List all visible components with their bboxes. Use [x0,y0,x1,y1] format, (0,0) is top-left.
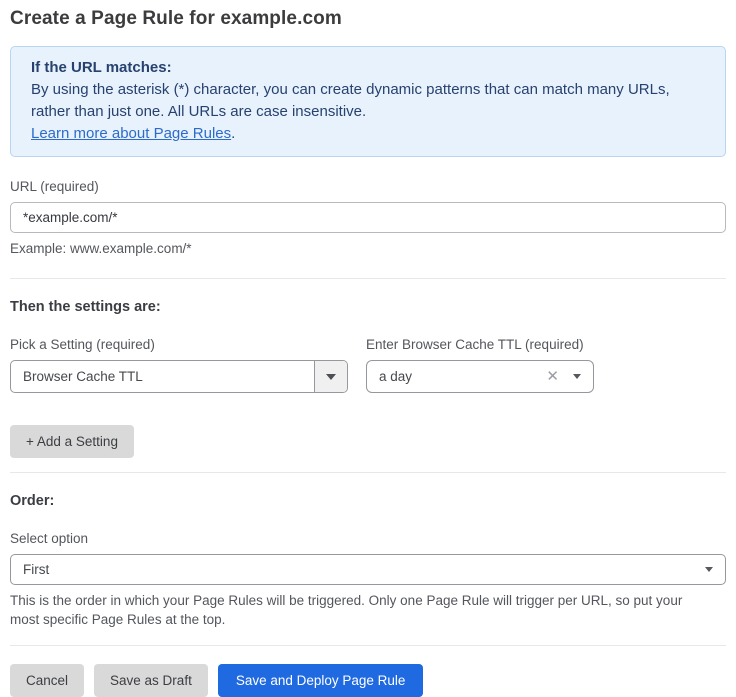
clear-icon[interactable]: ✕ [546,369,559,384]
settings-row: Pick a Setting (required) Browser Cache … [10,315,726,393]
settings-section-heading: Then the settings are: [10,299,726,315]
order-section-heading: Order: [10,493,726,509]
footer-actions: Cancel Save as Draft Save and Deploy Pag… [10,664,726,697]
ttl-label: Enter Browser Cache TTL (required) [366,337,594,352]
save-draft-button[interactable]: Save as Draft [94,664,208,697]
url-input[interactable] [10,202,726,233]
cancel-button[interactable]: Cancel [10,664,84,697]
page-title: Create a Page Rule for example.com [10,8,726,30]
info-box-heading: If the URL matches: [31,57,705,79]
order-select-label: Select option [10,531,726,546]
ttl-value: a day [367,369,546,384]
ttl-combobox-icons: ✕ [546,369,593,384]
ttl-combobox[interactable]: a day ✕ [366,360,594,393]
pick-setting-caret-button[interactable] [314,361,347,392]
info-box-body: By using the asterisk (*) character, you… [31,79,705,123]
pick-setting-value: Browser Cache TTL [11,369,314,384]
pick-setting-select[interactable]: Browser Cache TTL [10,360,348,393]
learn-more-link[interactable]: Learn more about Page Rules [31,125,231,142]
url-match-info-box: If the URL matches: By using the asteris… [10,46,726,157]
info-box-link-line: Learn more about Page Rules. [31,123,705,145]
add-setting-button[interactable]: + Add a Setting [10,425,134,458]
divider [10,278,726,279]
url-field-hint: Example: www.example.com/* [10,241,726,256]
save-deploy-button[interactable]: Save and Deploy Page Rule [218,664,424,697]
order-select[interactable]: First [10,554,726,585]
divider [10,645,726,646]
caret-down-icon [705,567,713,572]
caret-down-icon [573,374,581,379]
url-field-label: URL (required) [10,179,726,194]
create-page-rule-form: Create a Page Rule for example.com If th… [0,0,736,697]
pick-setting-label: Pick a Setting (required) [10,337,348,352]
order-help-text: This is the order in which your Page Rul… [10,591,710,629]
divider [10,472,726,473]
pick-setting-column: Pick a Setting (required) Browser Cache … [10,315,348,393]
caret-down-icon [326,374,336,380]
order-select-value: First [11,562,705,577]
link-period: . [231,125,235,142]
ttl-column: Enter Browser Cache TTL (required) a day… [366,315,594,393]
